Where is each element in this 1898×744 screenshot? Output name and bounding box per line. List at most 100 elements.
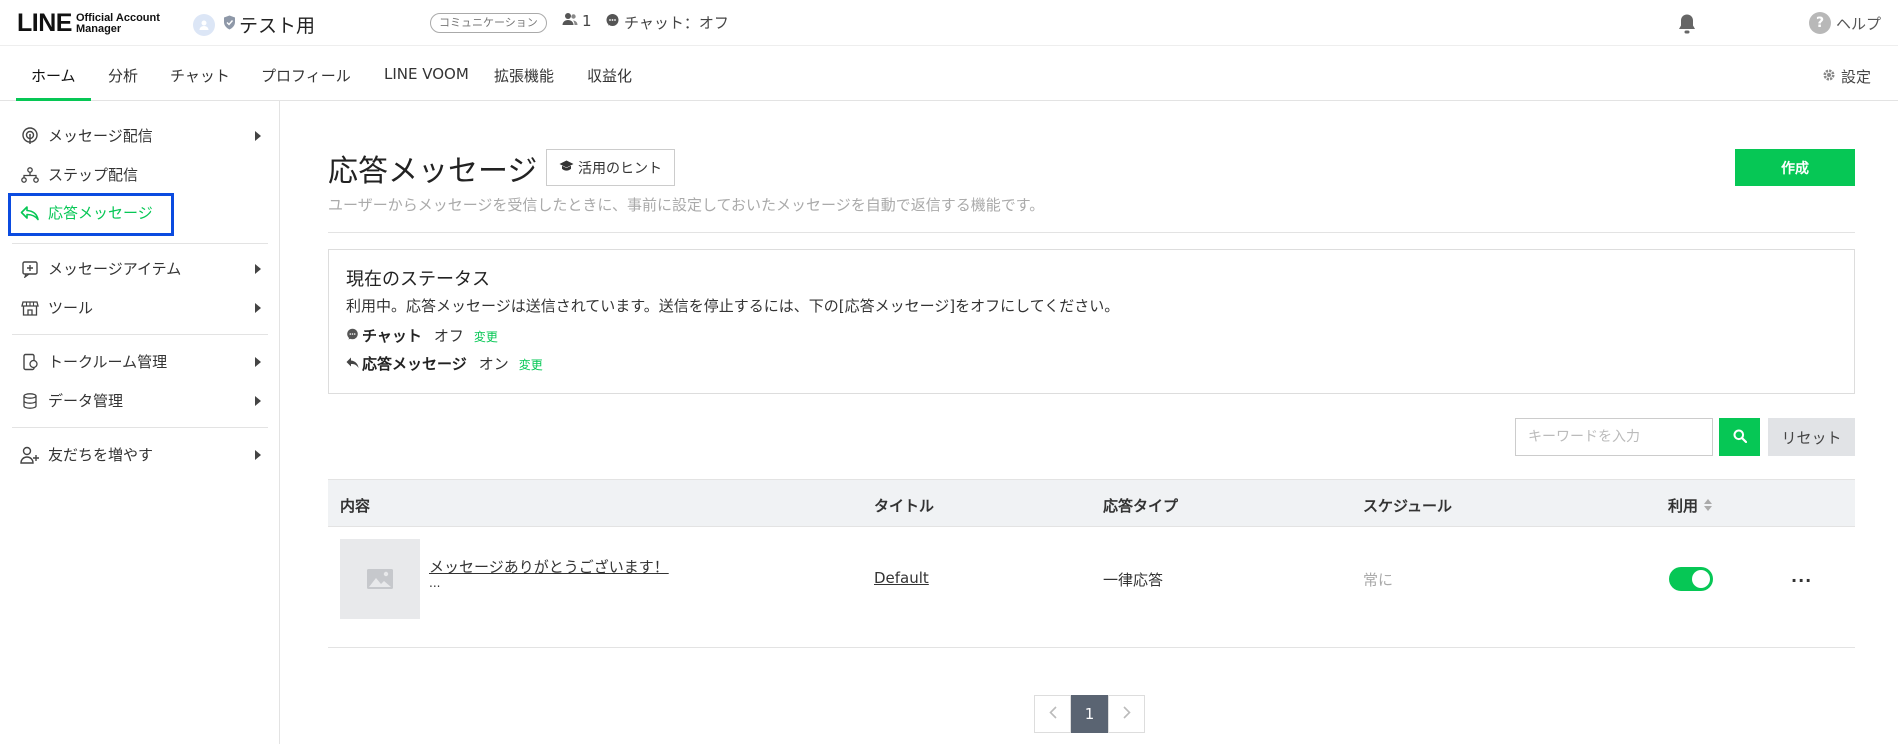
sidebar-item-label: データ管理 bbox=[48, 392, 124, 410]
shop-icon bbox=[20, 298, 40, 318]
caret-right-icon bbox=[255, 260, 261, 278]
search-button[interactable] bbox=[1719, 418, 1760, 456]
chat-status-row: チャット オフ 変更 bbox=[346, 325, 498, 346]
add-box-icon bbox=[20, 259, 40, 279]
auto-reply-status-row: 応答メッセージ オン 変更 bbox=[346, 353, 543, 374]
tab-home[interactable]: ホーム bbox=[16, 65, 90, 101]
message-content-more: ... bbox=[429, 576, 441, 590]
prev-page-button[interactable] bbox=[1034, 695, 1071, 733]
sidebar-divider bbox=[12, 243, 268, 244]
keyword-search-input[interactable] bbox=[1515, 418, 1713, 456]
tab-extensions[interactable]: 拡張機能 bbox=[494, 65, 554, 86]
usage-toggle[interactable] bbox=[1669, 567, 1713, 591]
account-name: テスト用 bbox=[239, 15, 316, 37]
sidebar-item-data[interactable]: データ管理 bbox=[20, 390, 270, 411]
account-type-badge: コミュニケーション bbox=[430, 13, 547, 33]
caret-right-icon bbox=[255, 299, 261, 317]
gear-icon bbox=[1822, 68, 1836, 86]
logo-sub-line2: Manager bbox=[75, 22, 122, 35]
broadcast-icon bbox=[20, 126, 40, 146]
tab-profile[interactable]: プロフィール bbox=[261, 65, 351, 86]
add-user-icon bbox=[20, 445, 40, 465]
status-panel: 現在のステータス 利用中。応答メッセージは送信されています。送信を停止するには、… bbox=[328, 249, 1855, 394]
table-header: 内容 タイトル 応答タイプ スケジュール 利用 bbox=[328, 479, 1855, 527]
help-label: ヘルプ bbox=[1836, 14, 1882, 33]
usage-hint-button[interactable]: 活用のヒント bbox=[546, 149, 675, 186]
selection-highlight bbox=[8, 193, 174, 236]
message-content-link[interactable]: メッセージありがとうございます！ bbox=[429, 556, 669, 577]
next-page-button[interactable] bbox=[1108, 695, 1145, 733]
sidebar-item-tools[interactable]: ツール bbox=[20, 297, 270, 318]
sidebar-item-grow-friends[interactable]: 友だちを増やす bbox=[20, 444, 270, 465]
friends-icon bbox=[562, 12, 578, 30]
tab-monetization[interactable]: 収益化 bbox=[587, 65, 632, 86]
account-switcher[interactable]: テスト用 bbox=[193, 11, 315, 38]
toggle-knob bbox=[1692, 570, 1710, 588]
page-title: 応答メッセージ bbox=[328, 154, 538, 189]
chat-bubble-icon bbox=[605, 13, 620, 32]
sidebar-divider bbox=[12, 427, 268, 428]
settings-label: 設定 bbox=[1841, 68, 1872, 86]
pagination: 1 bbox=[1034, 695, 1145, 733]
top-bar: LINE Official Account Manager テスト用 コミュニケ… bbox=[0, 0, 1898, 46]
chat-status[interactable]: チャット：オフ bbox=[605, 12, 729, 33]
settings-link[interactable]: 設定 bbox=[1822, 66, 1871, 87]
page-number-button[interactable]: 1 bbox=[1071, 695, 1108, 733]
sidebar-item-label: メッセージ配信 bbox=[48, 127, 153, 145]
column-header-type: 応答タイプ bbox=[1103, 497, 1179, 515]
status-title: 現在のステータス bbox=[346, 269, 490, 290]
more-options-icon[interactable]: ··· bbox=[1791, 571, 1812, 590]
tab-chat[interactable]: チャット bbox=[170, 65, 230, 86]
chat-status-text: チャット：オフ bbox=[624, 14, 729, 32]
message-title-link[interactable]: Default bbox=[874, 569, 929, 587]
auto-reply-status-value: オン bbox=[478, 355, 509, 373]
column-header-usage[interactable]: 利用 bbox=[1668, 495, 1713, 516]
tab-analytics[interactable]: 分析 bbox=[108, 65, 138, 86]
help-icon: ? bbox=[1809, 12, 1831, 34]
chat-bubble-icon bbox=[346, 327, 359, 345]
reset-button[interactable]: リセット bbox=[1768, 418, 1855, 456]
main-nav: ホーム 分析 チャット プロフィール LINE VOOM 拡張機能 収益化 設定 bbox=[0, 46, 1898, 101]
graduation-cap-icon bbox=[559, 160, 574, 176]
column-header-content: 内容 bbox=[340, 497, 371, 515]
sidebar-item-label: 友だちを増やす bbox=[48, 446, 154, 464]
auto-reply-status-label: 応答メッセージ bbox=[362, 355, 467, 373]
image-placeholder-icon bbox=[340, 539, 420, 619]
sidebar-item-label: ツール bbox=[48, 299, 94, 317]
auto-reply-change-link[interactable]: 変更 bbox=[519, 356, 543, 373]
sidebar-divider bbox=[12, 334, 268, 335]
device-chat-icon bbox=[20, 352, 40, 372]
page-description: ユーザーからメッセージを受信したときに、事前に設定しておいたメッセージを自動で返… bbox=[328, 196, 1045, 214]
friends-count[interactable]: 1 bbox=[562, 12, 592, 30]
column-header-schedule: スケジュール bbox=[1363, 497, 1452, 515]
tab-line-voom[interactable]: LINE VOOM bbox=[384, 65, 469, 83]
bell-icon[interactable] bbox=[1677, 13, 1697, 39]
reply-arrow-icon bbox=[346, 355, 359, 373]
logo-main-text: LINE bbox=[17, 9, 72, 37]
column-header-title: タイトル bbox=[874, 497, 935, 515]
schedule-value: 常に bbox=[1363, 571, 1394, 589]
line-oa-logo[interactable]: LINE Official Account Manager bbox=[17, 9, 160, 38]
sidebar-item-message-delivery[interactable]: メッセージ配信 bbox=[20, 125, 270, 146]
search-icon bbox=[1733, 429, 1747, 446]
sidebar-item-talk-room[interactable]: トークルーム管理 bbox=[20, 351, 270, 372]
chat-status-value: オフ bbox=[433, 327, 464, 345]
step-flow-icon bbox=[20, 165, 40, 185]
sidebar-item-message-items[interactable]: メッセージアイテム bbox=[20, 258, 270, 279]
chevron-right-icon bbox=[1122, 705, 1131, 723]
sort-icon bbox=[1704, 497, 1713, 515]
sidebar-item-label: トークルーム管理 bbox=[48, 353, 168, 371]
chat-change-link[interactable]: 変更 bbox=[474, 328, 498, 345]
chat-status-label: チャット bbox=[362, 327, 422, 345]
section-divider bbox=[328, 232, 1855, 233]
sidebar-item-label: ステップ配信 bbox=[48, 166, 139, 184]
create-button[interactable]: 作成 bbox=[1735, 149, 1855, 186]
status-description: 利用中。応答メッセージは送信されています。送信を停止するには、下の[応答メッセー… bbox=[346, 297, 1120, 315]
caret-right-icon bbox=[255, 127, 261, 145]
sidebar-item-step-delivery[interactable]: ステップ配信 bbox=[20, 164, 270, 185]
friends-count-value: 1 bbox=[582, 12, 592, 30]
help-link[interactable]: ? ヘルプ bbox=[1809, 12, 1881, 34]
usage-hint-label: 活用のヒント bbox=[578, 160, 662, 177]
logo-sub-text: Official Account Manager bbox=[75, 12, 160, 35]
caret-right-icon bbox=[255, 392, 261, 410]
